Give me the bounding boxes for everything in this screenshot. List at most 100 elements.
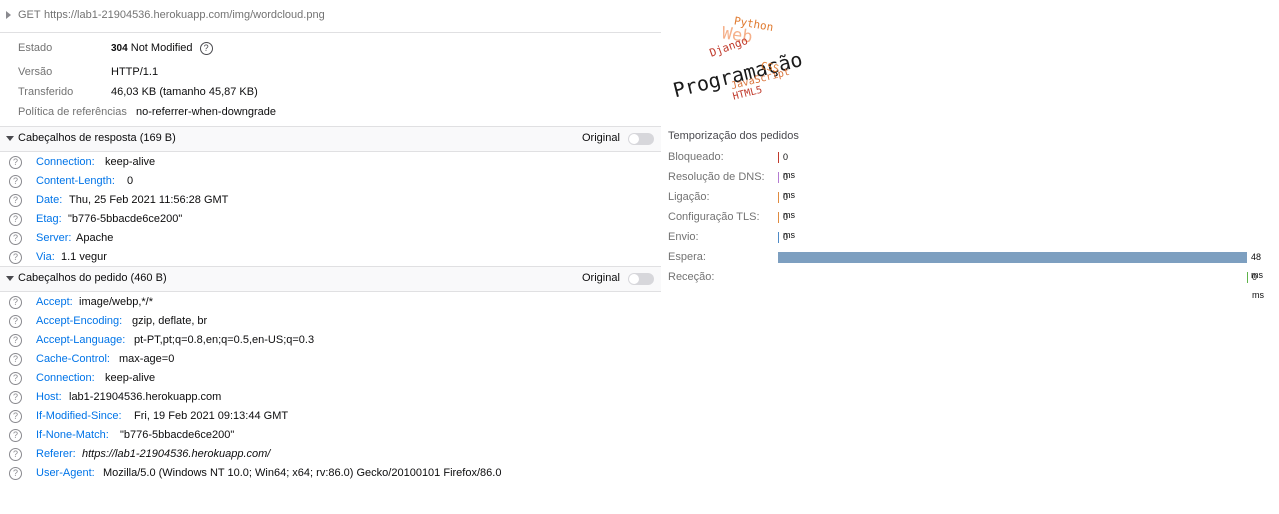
help-icon[interactable]: ? — [9, 429, 22, 442]
headers-panel: GET https://lab1-21904536.herokuapp.com/… — [0, 0, 661, 514]
toggle-knob — [629, 134, 639, 144]
timing-value: 0 ms — [1252, 272, 1264, 300]
timing-label: Configuração TLS: — [668, 211, 760, 223]
timing-label: Ligação: — [668, 191, 710, 203]
header-name: Connection: — [36, 156, 95, 168]
timing-row: Configuração TLS: 0 ms — [668, 208, 795, 240]
timing-bar — [778, 232, 779, 243]
collapse-triangle-icon[interactable] — [6, 276, 14, 281]
header-value: lab1-21904536.herokuapp.com — [69, 391, 222, 403]
help-icon[interactable]: ? — [9, 251, 22, 264]
help-icon[interactable]: ? — [9, 232, 22, 245]
header-name: Connection: — [36, 372, 95, 384]
timing-label: Bloqueado: — [668, 151, 724, 163]
transferred-row: Transferido 46,03 KB (tamanho 45,87 KB) — [18, 83, 258, 101]
header-value: keep-alive — [105, 372, 156, 384]
help-icon[interactable]: ? — [9, 156, 22, 169]
original-toggle[interactable] — [628, 133, 654, 145]
header-name: User-Agent: — [36, 467, 95, 479]
timing-bar — [778, 212, 779, 223]
status-row: Estado 304 Not Modified ? — [18, 39, 213, 57]
help-icon[interactable]: ? — [9, 213, 22, 226]
status-value: 304 Not Modified ? — [111, 39, 213, 58]
timing-bar — [778, 152, 779, 163]
timing-row: Receção: 0 ms — [668, 268, 1264, 300]
header-value: Apache — [76, 232, 114, 244]
header-name: Server: — [36, 232, 72, 244]
help-icon[interactable]: ? — [9, 353, 22, 366]
header-name: Via: — [36, 251, 55, 263]
request-headers-title[interactable]: Cabeçalhos do pedido (460 B) — [18, 272, 167, 284]
header-name: Accept-Encoding: — [36, 315, 123, 327]
status-text: Not Modified — [130, 42, 193, 54]
version-row: Versão HTTP/1.1 — [18, 63, 158, 81]
header-name: If-None-Match: — [36, 429, 109, 441]
header-value: https://lab1-21904536.herokuapp.com/ — [82, 448, 271, 460]
wordcloud-image: Python Web Django Programação CSS JavaSc… — [671, 14, 805, 102]
header-value: image/webp,*/* — [79, 296, 153, 308]
toggle-knob — [629, 274, 639, 284]
timing-row: Ligação: 0 ms — [668, 188, 795, 220]
header-value: keep-alive — [105, 156, 156, 168]
header-name: Accept-Language: — [36, 334, 126, 346]
timing-row: Resolução de DNS: 0 ms — [668, 168, 795, 200]
timing-label: Envio: — [668, 231, 699, 243]
header-value: "b776-5bbacde6ce200" — [120, 429, 235, 441]
expand-triangle-icon[interactable] — [6, 11, 11, 19]
request-url[interactable]: https://lab1-21904536.herokuapp.com/img/… — [44, 9, 325, 21]
help-icon[interactable]: ? — [9, 194, 22, 207]
help-icon[interactable]: ? — [9, 372, 22, 385]
version-label: Versão — [18, 66, 53, 78]
timing-bar — [778, 252, 1247, 263]
timing-row: Envio: 0 ms — [668, 228, 795, 260]
status-label: Estado — [18, 42, 53, 54]
timing-bar — [778, 192, 779, 203]
header-name: Cache-Control: — [36, 353, 110, 365]
header-value: 0 — [127, 175, 134, 187]
original-label: Original — [582, 272, 620, 284]
header-value: Thu, 25 Feb 2021 11:56:28 GMT — [69, 194, 229, 206]
request-url-bar[interactable]: GET https://lab1-21904536.herokuapp.com/… — [0, 0, 661, 33]
help-icon[interactable]: ? — [9, 467, 22, 480]
request-headers-section-header[interactable]: Cabeçalhos do pedido (460 B) Original — [0, 266, 661, 292]
header-value: pt-PT,pt;q=0.8,en;q=0.5,en-US;q=0.3 — [134, 334, 315, 346]
response-headers-section-header[interactable]: Cabeçalhos de resposta (169 B) Original — [0, 126, 661, 152]
help-icon[interactable]: ? — [9, 410, 22, 423]
timing-label: Resolução de DNS: — [668, 171, 765, 183]
help-icon[interactable]: ? — [9, 334, 22, 347]
header-name: Referer: — [36, 448, 76, 460]
collapse-triangle-icon[interactable] — [6, 136, 14, 141]
timing-title: Temporização dos pedidos — [668, 130, 799, 142]
help-icon[interactable]: ? — [9, 175, 22, 188]
original-toggle[interactable] — [628, 273, 654, 285]
timing-bar — [778, 172, 779, 183]
original-label: Original — [582, 132, 620, 144]
referrer-policy-row: Política de referências no-referrer-when… — [18, 103, 276, 121]
status-code: 304 — [111, 43, 128, 54]
timing-row: Bloqueado: 0 ms — [668, 148, 795, 180]
header-value: "b776-5bbacde6ce200" — [68, 213, 183, 225]
help-icon[interactable]: ? — [9, 296, 22, 309]
help-icon[interactable]: ? — [9, 448, 22, 461]
help-icon[interactable]: ? — [9, 391, 22, 404]
header-name: Etag: — [36, 213, 62, 225]
header-value: max-age=0 — [119, 353, 175, 365]
transferred-value: 46,03 KB (tamanho 45,87 KB) — [111, 86, 258, 98]
header-name: Accept: — [36, 296, 73, 308]
header-value: 1.1 vegur — [61, 251, 107, 263]
timing-label: Receção: — [668, 271, 715, 283]
header-value: Mozilla/5.0 (Windows NT 10.0; Win64; x64… — [103, 467, 502, 479]
preview-and-timing-panel: Python Web Django Programação CSS JavaSc… — [661, 0, 1279, 514]
help-icon[interactable]: ? — [199, 41, 213, 55]
referrer-policy-value: no-referrer-when-downgrade — [136, 106, 277, 118]
header-name: Content-Length: — [36, 175, 115, 187]
response-headers-title[interactable]: Cabeçalhos de resposta (169 B) — [18, 132, 176, 144]
version-value: HTTP/1.1 — [111, 66, 159, 78]
header-name: Date: — [36, 194, 63, 206]
referrer-policy-label: Política de referências — [18, 106, 127, 118]
header-name: If-Modified-Since: — [36, 410, 122, 422]
timing-row: Espera: 48 ms — [668, 248, 1263, 280]
transferred-label: Transferido — [18, 86, 74, 98]
help-icon[interactable]: ? — [9, 315, 22, 328]
header-value: Fri, 19 Feb 2021 09:13:44 GMT — [134, 410, 289, 422]
